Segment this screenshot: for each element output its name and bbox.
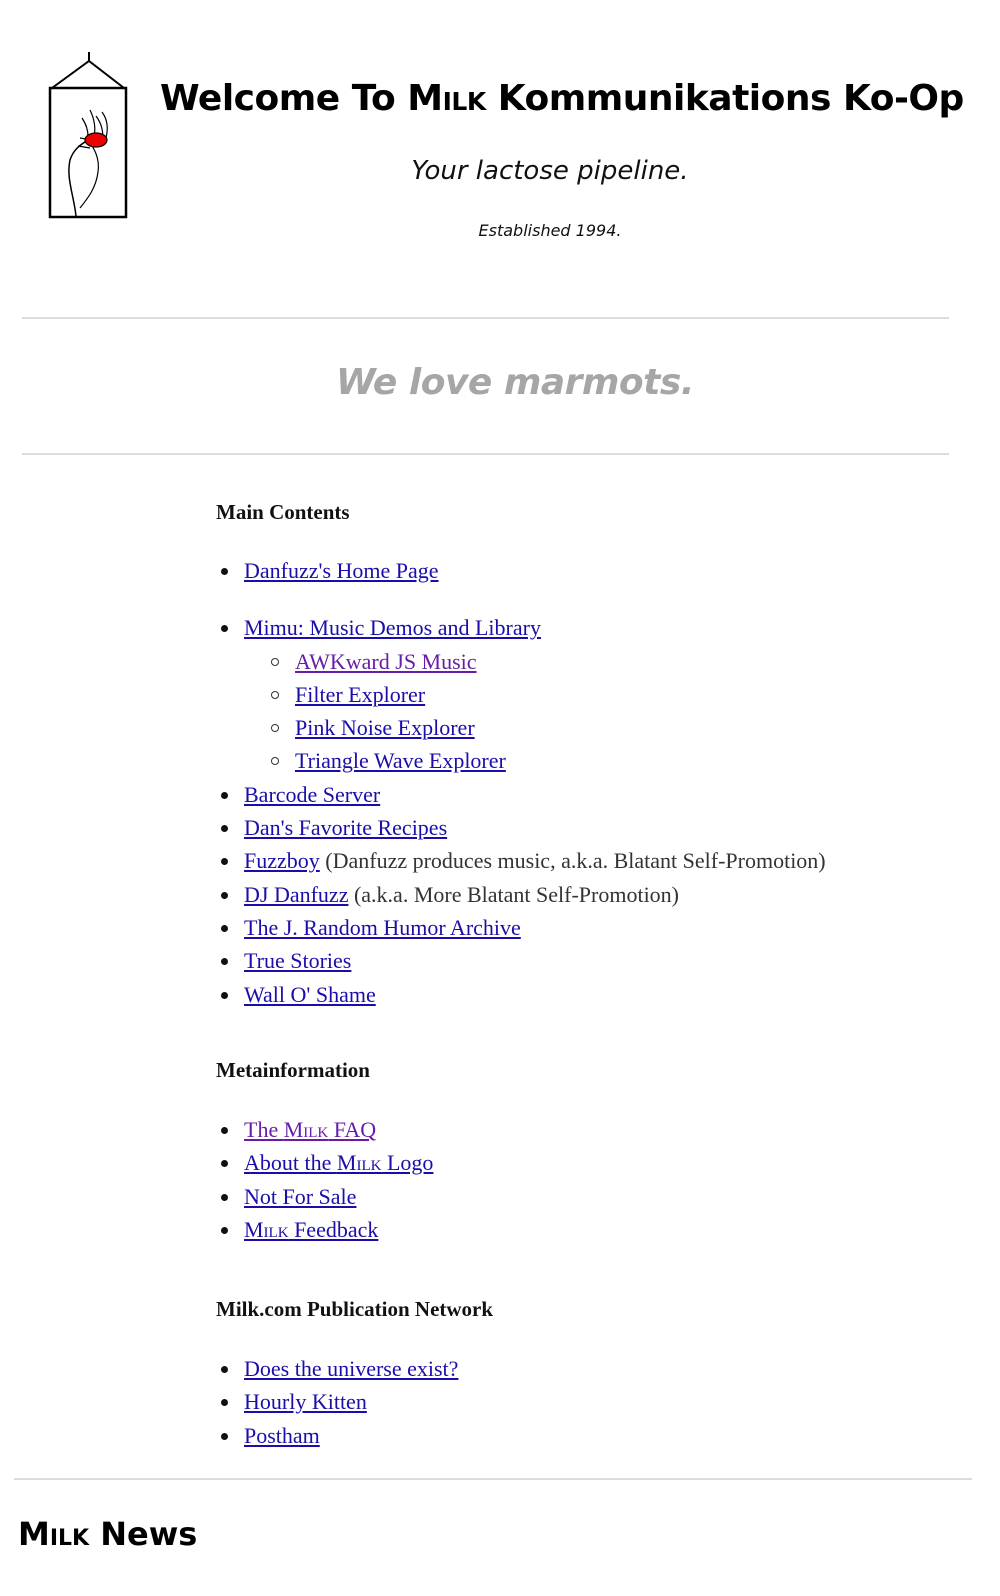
pink-noise-explorer-link[interactable]: Pink Noise Explorer	[295, 715, 475, 740]
humor-archive-link[interactable]: The J. Random Humor Archive	[244, 915, 521, 940]
awkward-js-music-link[interactable]: AWKward JS Music	[295, 649, 477, 674]
list-item: Wall O' Shame	[216, 978, 826, 1011]
news-brand: Milk	[18, 1515, 90, 1553]
publication-network-heading: Milk.com Publication Network	[216, 1297, 494, 1321]
dj-danfuzz-note: (a.k.a. More Blatant Self-Promotion)	[348, 881, 680, 907]
title-brand: Milk	[407, 78, 486, 119]
metainformation-list: The Milk FAQ About the Milk Logo Not For…	[216, 1113, 433, 1246]
title-suffix: Kommunikations Ko-Op	[485, 78, 965, 119]
list-item: Mimu: Music Demos and Library	[216, 611, 826, 644]
established-date: Established 1994.	[478, 221, 622, 240]
page-title: Welcome To Milk Kommunikations Ko-Op	[160, 78, 964, 119]
list-item: Triangle Wave Explorer	[216, 744, 826, 777]
divider-top	[22, 317, 949, 319]
milk-faq-link[interactable]: The Milk FAQ	[244, 1117, 376, 1142]
postham-link[interactable]: Postham	[244, 1423, 320, 1448]
dj-danfuzz-link[interactable]: DJ Danfuzz	[244, 882, 348, 907]
list-item: The J. Random Humor Archive	[216, 911, 826, 944]
list-item: Filter Explorer	[216, 678, 826, 711]
mimu-link[interactable]: Mimu: Music Demos and Library	[244, 615, 541, 640]
list-item: Hourly Kitten	[216, 1385, 458, 1418]
list-item: AWKward JS Music	[216, 645, 826, 678]
list-item: About the Milk Logo	[216, 1146, 433, 1179]
divider-slogan	[22, 453, 949, 455]
list-item: Pink Noise Explorer	[216, 711, 826, 744]
list-item: Danfuzz's Home Page	[216, 554, 826, 587]
list-item: Postham	[216, 1419, 458, 1452]
filter-explorer-link[interactable]: Filter Explorer	[295, 682, 425, 707]
list-item: Milk Feedback	[216, 1213, 433, 1246]
brand-text: Milk	[336, 1150, 382, 1176]
not-for-sale-link[interactable]: Not For Sale	[244, 1184, 356, 1209]
news-rest: News	[89, 1515, 198, 1553]
danfuzz-home-link[interactable]: Danfuzz's Home Page	[244, 558, 439, 583]
link-text: Not For Sale	[244, 1183, 357, 1209]
fuzzboy-note: (Danfuzz produces music, a.k.a. Blatant …	[319, 848, 826, 874]
favorite-recipes-link[interactable]: Dan's Favorite Recipes	[244, 815, 447, 840]
list-item: The Milk FAQ	[216, 1113, 433, 1146]
milk-feedback-link[interactable]: Milk Feedback	[244, 1217, 378, 1242]
list-item: True Stories	[216, 944, 826, 977]
hourly-kitten-link[interactable]: Hourly Kitten	[244, 1389, 367, 1414]
wall-o-shame-link[interactable]: Wall O' Shame	[244, 982, 376, 1007]
link-text: FAQ	[328, 1117, 377, 1142]
main-contents-heading: Main Contents	[216, 500, 350, 524]
list-item: Barcode Server	[216, 778, 826, 811]
barcode-server-link[interactable]: Barcode Server	[244, 782, 380, 807]
list-item: Does the universe exist?	[216, 1352, 458, 1385]
true-stories-link[interactable]: True Stories	[244, 948, 351, 973]
metainformation-heading: Metainformation	[216, 1058, 370, 1082]
title-prefix: Welcome To	[160, 78, 408, 119]
publication-network-list: Does the universe exist? Hourly Kitten P…	[216, 1352, 458, 1452]
divider-bottom	[14, 1478, 972, 1480]
universe-exist-link[interactable]: Does the universe exist?	[244, 1356, 458, 1381]
main-contents-list: Danfuzz's Home Page Mimu: Music Demos an…	[216, 554, 826, 1011]
fuzzboy-link[interactable]: Fuzzboy	[244, 848, 320, 873]
milk-carton-logo	[48, 52, 128, 219]
about-logo-link[interactable]: About the Milk Logo	[244, 1150, 433, 1175]
slogan: We love marmots.	[336, 362, 694, 403]
list-item: Not For Sale	[216, 1180, 433, 1213]
tagline: Your lactose pipeline.	[411, 156, 689, 186]
milk-news-heading: Milk News	[18, 1515, 197, 1553]
link-text: Logo	[381, 1150, 434, 1176]
link-text: About the	[244, 1150, 337, 1176]
list-item: DJ Danfuzz (a.k.a. More Blatant Self-Pro…	[216, 878, 826, 911]
list-item: Dan's Favorite Recipes	[216, 811, 826, 844]
brand-text: Milk	[283, 1117, 329, 1142]
link-text: The	[244, 1117, 284, 1142]
triangle-wave-explorer-link[interactable]: Triangle Wave Explorer	[295, 748, 506, 773]
link-text: Feedback	[288, 1216, 379, 1242]
list-item: Fuzzboy (Danfuzz produces music, a.k.a. …	[216, 844, 826, 877]
brand-text: Milk	[244, 1216, 289, 1242]
